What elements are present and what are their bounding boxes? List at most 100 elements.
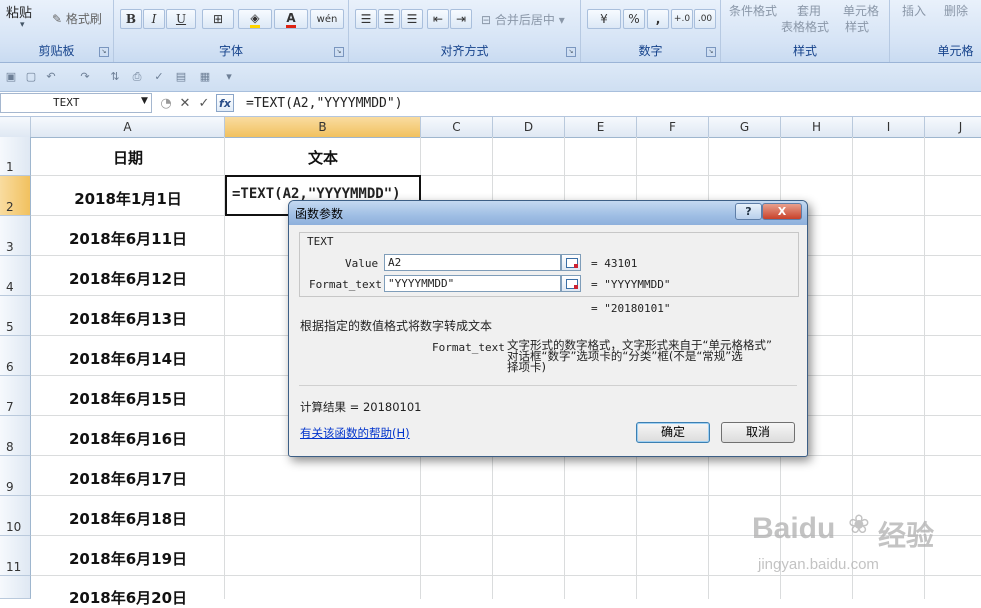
column-header-g[interactable]: G (709, 117, 781, 137)
cell-a8[interactable]: 2018年6月16日 (31, 428, 225, 449)
decrease-indent-button[interactable]: ⇤ (427, 9, 449, 29)
cell-a7[interactable]: 2018年6月15日 (31, 388, 225, 409)
table-icon[interactable]: ▦ (198, 70, 212, 84)
customize-qat-icon[interactable]: ▾ (222, 70, 236, 84)
value-arg-input[interactable]: A2 (384, 254, 561, 271)
watermark-brand-cn: 经验 (878, 519, 935, 552)
conditional-format-button[interactable]: 条件格式 (729, 2, 777, 19)
column-header-j[interactable]: J (925, 117, 981, 137)
ok-button[interactable]: 确定 (636, 422, 710, 443)
column-header-e[interactable]: E (565, 117, 637, 137)
borders-button[interactable]: ⊞ (202, 9, 234, 29)
row-header-7[interactable]: 7 (0, 376, 31, 416)
align-left-button[interactable]: ☰ (355, 9, 377, 29)
row-header-1[interactable]: 1 (0, 137, 31, 176)
spelling-icon[interactable]: ✓ (152, 70, 166, 84)
cell-a12[interactable]: 2018年6月20日 (31, 587, 225, 608)
formula-input[interactable]: =TEXT(A2,"YYYYMMDD") (246, 94, 403, 114)
font-launcher-icon[interactable]: ↘ (334, 47, 344, 57)
value-collapse-dialog-icon[interactable] (561, 254, 581, 271)
table-format-button[interactable]: 表格格式 (781, 18, 829, 35)
row-header-3[interactable]: 3 (0, 216, 31, 256)
column-header-f[interactable]: F (637, 117, 709, 137)
row-header-10[interactable]: 10 (0, 496, 31, 536)
comma-button[interactable]: , (647, 9, 669, 29)
alignment-launcher-icon[interactable]: ↘ (566, 47, 576, 57)
cell-a5[interactable]: 2018年6月13日 (31, 308, 225, 329)
row-header-2[interactable]: 2 (0, 176, 31, 216)
save-icon[interactable]: ▣ (4, 70, 18, 84)
merge-center-button[interactable]: ⊟ 合并后居中 ▾ (481, 11, 565, 28)
italic-button[interactable]: I (143, 9, 165, 29)
format-text-arg-input[interactable]: "YYYYMMDD" (384, 275, 561, 292)
bold-button[interactable]: B (120, 9, 142, 29)
cell-a2[interactable]: 2018年1月1日 (31, 188, 225, 209)
cell-a6[interactable]: 2018年6月14日 (31, 348, 225, 369)
row-header-5[interactable]: 5 (0, 296, 31, 336)
number-launcher-icon[interactable]: ↘ (706, 47, 716, 57)
function-help-link[interactable]: 有关该函数的帮助(H) (300, 425, 410, 441)
format-text-arg-label: Format_text (309, 278, 382, 291)
column-header-b[interactable]: B (225, 117, 421, 137)
sort-icon[interactable]: ⇅ (108, 70, 122, 84)
redo-icon[interactable]: ↷ (78, 70, 92, 84)
name-box[interactable]: TEXT (0, 93, 152, 113)
decrease-decimal-button[interactable]: .00 (694, 9, 716, 29)
format-painter-button[interactable]: ✎ 格式刷 (52, 10, 102, 27)
row-header-11[interactable]: 11 (0, 536, 31, 576)
print-preview-icon[interactable]: ⎙ (130, 70, 144, 84)
help-icon[interactable]: ? (735, 203, 762, 220)
cell-b1[interactable]: 文本 (225, 147, 421, 168)
enter-formula-button[interactable]: ✓ (197, 95, 211, 113)
phonetic-button[interactable]: wén (310, 9, 344, 29)
percent-button[interactable]: % (623, 9, 645, 29)
font-color-button[interactable]: A (274, 9, 308, 29)
cell-a4[interactable]: 2018年6月12日 (31, 268, 225, 289)
function-result-preview: = "20180101" (591, 302, 671, 315)
name-box-dropdown-icon[interactable]: ▼ (141, 96, 148, 106)
cell-a1[interactable]: 日期 (31, 147, 225, 168)
increase-indent-button[interactable]: ⇥ (450, 9, 472, 29)
cancel-button[interactable]: 取消 (721, 422, 795, 443)
undo-icon[interactable]: ↶ (44, 70, 58, 84)
align-right-button[interactable]: ☰ (401, 9, 423, 29)
increase-decimal-button[interactable]: +.0 (671, 9, 693, 29)
cell-styles-button[interactable]: 样式 (845, 18, 869, 35)
dialog-title-bar[interactable]: 函数参数 ? X (289, 201, 807, 225)
column-header-a[interactable]: A (31, 117, 225, 137)
close-icon[interactable]: X (762, 203, 802, 220)
column-header-d[interactable]: D (493, 117, 565, 137)
cancel-formula-button[interactable]: ✕ (178, 95, 192, 113)
select-all-corner[interactable] (0, 117, 31, 137)
row-header-9[interactable]: 9 (0, 456, 31, 496)
accounting-format-button[interactable]: ¥ (587, 9, 621, 29)
column-header-i[interactable]: I (853, 117, 925, 137)
cell-a9[interactable]: 2018年6月17日 (31, 468, 225, 489)
insert-function-button[interactable]: fx (216, 94, 234, 112)
cell-a11[interactable]: 2018年6月19日 (31, 548, 225, 569)
cell-a3[interactable]: 2018年6月11日 (31, 228, 225, 249)
row-header-8[interactable]: 8 (0, 416, 31, 456)
document-icon[interactable]: ▤ (174, 70, 188, 84)
row-number: 5 (6, 320, 14, 334)
paste-dropdown-icon[interactable]: ▾ (20, 20, 25, 30)
column-header-h[interactable]: H (781, 117, 853, 137)
cell-styles-top-label[interactable]: 单元格 (843, 2, 879, 19)
align-center-button[interactable]: ☰ (378, 9, 400, 29)
delete-button[interactable]: 删除 (944, 2, 968, 19)
row-header-4[interactable]: 4 (0, 256, 31, 296)
row-header-6[interactable]: 6 (0, 336, 31, 376)
format-text-collapse-dialog-icon[interactable] (561, 275, 581, 292)
column-header-c[interactable]: C (421, 117, 493, 137)
fill-color-button[interactable]: ◈ (238, 9, 272, 29)
current-arg-name: Format_text (432, 341, 505, 354)
insert-button[interactable]: 插入 (902, 2, 926, 19)
clipboard-launcher-icon[interactable]: ↘ (99, 47, 109, 57)
paste-button[interactable]: 粘贴 (6, 2, 32, 21)
cell-a10[interactable]: 2018年6月18日 (31, 508, 225, 529)
row-header-12[interactable] (0, 576, 31, 599)
table-format-top-label[interactable]: 套用 (797, 2, 821, 19)
align-center-icon: ☰ (383, 12, 395, 26)
new-file-icon[interactable]: ▢ (24, 70, 38, 84)
underline-button[interactable]: U (166, 9, 196, 29)
